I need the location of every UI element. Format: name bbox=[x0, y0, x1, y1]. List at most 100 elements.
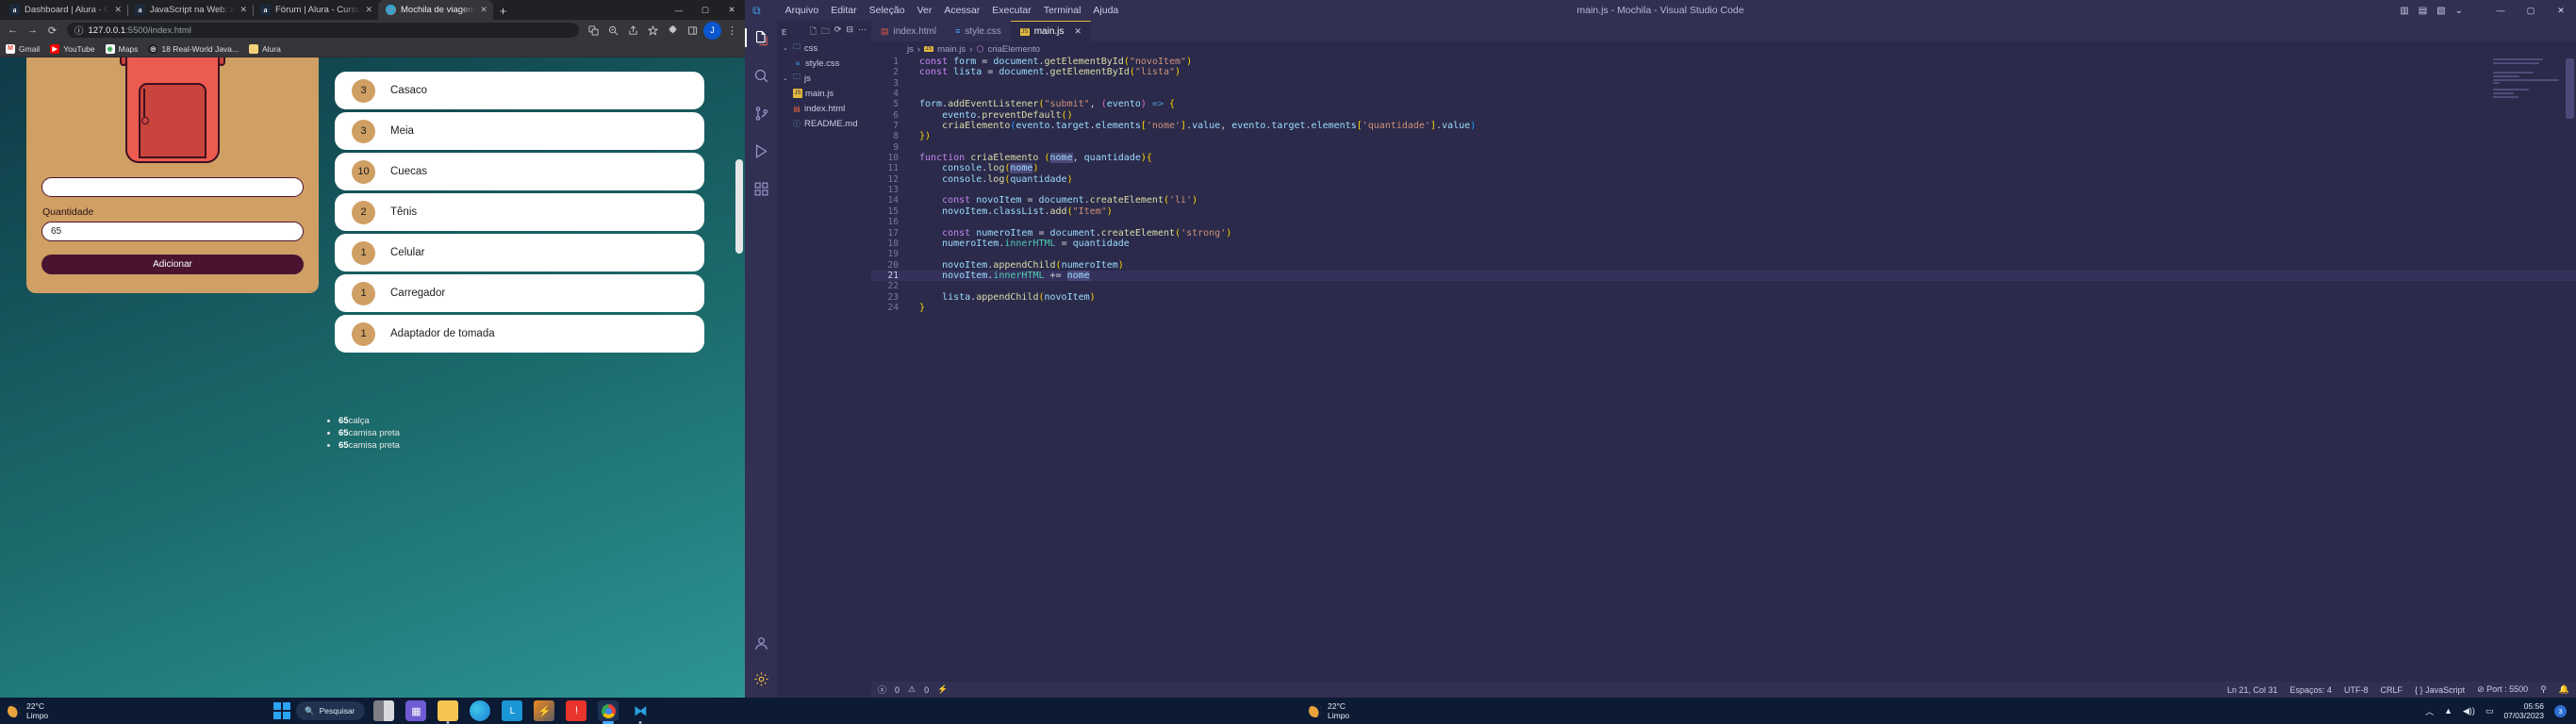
settings-gear-icon[interactable] bbox=[750, 667, 772, 690]
browser-tab-0[interactable]: a Dashboard | Alura - Cursos online de t… bbox=[2, 0, 128, 20]
new-file-icon[interactable]: 🗋 bbox=[810, 25, 817, 40]
source-control-icon[interactable] bbox=[750, 102, 772, 124]
menu-arquivo[interactable]: Arquivo bbox=[785, 5, 819, 16]
tree-file-main-js[interactable]: JS main.js bbox=[777, 86, 871, 101]
maximize-button[interactable]: ▢ bbox=[692, 0, 718, 20]
list-item[interactable]: 10 Cuecas bbox=[335, 153, 704, 190]
toggle-panel-icon[interactable]: ▤ bbox=[2419, 6, 2427, 16]
bookmark-star-icon[interactable] bbox=[644, 22, 662, 40]
browser-tab-2[interactable]: a Fórum | Alura - Cursos online de tecno… bbox=[253, 0, 378, 20]
encoding[interactable]: UTF-8 bbox=[2344, 685, 2369, 695]
breadcrumb-js[interactable]: js bbox=[907, 44, 914, 55]
cursor-position[interactable]: Ln 21, Col 31 bbox=[2227, 685, 2278, 695]
list-item[interactable]: 2 Tênis bbox=[335, 193, 704, 231]
menu-selecao[interactable]: Seleção bbox=[869, 5, 905, 16]
reload-icon[interactable]: ⟳ bbox=[43, 22, 61, 40]
menu-acessar[interactable]: Acessar bbox=[944, 5, 980, 16]
new-tab-button[interactable]: + bbox=[493, 4, 514, 20]
tree-folder-css[interactable]: ⌄ 🗀 css bbox=[777, 41, 871, 56]
menu-terminal[interactable]: Terminal bbox=[1044, 5, 1082, 16]
bolt-app-icon[interactable]: ⚡ bbox=[534, 700, 555, 721]
tree-file-readme-md[interactable]: ⓘ README.md bbox=[777, 116, 871, 131]
new-folder-icon[interactable]: 🗀 bbox=[821, 25, 830, 40]
taskbar-clock[interactable]: 05:56 07/03/2023 bbox=[2503, 701, 2544, 720]
customize-layout-icon[interactable]: ⌄ bbox=[2455, 6, 2463, 16]
tree-file-index-html[interactable]: ▤ index.html bbox=[777, 101, 871, 116]
tree-file-style-css[interactable]: ≡ style.css bbox=[777, 56, 871, 71]
menu-ajuda[interactable]: Ajuda bbox=[1093, 5, 1118, 16]
bookmark-maps[interactable]: ◉ Maps bbox=[105, 43, 138, 54]
back-icon[interactable]: ← bbox=[4, 22, 22, 40]
taskview-icon[interactable] bbox=[373, 700, 395, 721]
more-actions-icon[interactable]: ⋯ bbox=[858, 25, 867, 40]
sidebar-panel-icon[interactable] bbox=[684, 22, 702, 40]
bookmark-gmail[interactable]: M Gmail bbox=[6, 43, 40, 54]
list-item[interactable]: 1 Adaptador de tomada bbox=[335, 315, 704, 353]
code-editor[interactable]: 1 const form = document.getElementById("n… bbox=[871, 57, 2576, 682]
browser-tab-3[interactable]: 🌐 Mochila de viagem ✕ bbox=[378, 0, 493, 20]
breadcrumb-main-js[interactable]: main.js bbox=[937, 44, 966, 55]
add-item-button[interactable]: Adicionar bbox=[41, 255, 304, 274]
tab-close-icon[interactable]: ✕ bbox=[365, 5, 372, 15]
editor-tab-index-html[interactable]: ▤ index.html bbox=[871, 21, 947, 41]
list-item[interactable]: 1 Celular bbox=[335, 234, 704, 272]
close-button[interactable]: ✕ bbox=[718, 0, 745, 20]
address-bar[interactable]: ⓘ 127.0.0.1:5500/index.html bbox=[67, 23, 579, 38]
forward-icon[interactable]: → bbox=[24, 22, 41, 40]
site-info-icon[interactable]: ⓘ bbox=[74, 24, 84, 37]
list-item[interactable]: 3 Casaco bbox=[335, 72, 704, 109]
warning-triangle-icon[interactable]: ⚠ bbox=[908, 684, 916, 695]
secondary-weather-widget[interactable]: 22°C Limpo bbox=[1301, 701, 1349, 720]
show-hidden-icons-chevron[interactable]: ︿ bbox=[2425, 705, 2434, 717]
edge-icon[interactable] bbox=[470, 700, 491, 721]
editor-tab-style-css[interactable]: ≡ style.css bbox=[946, 21, 1011, 41]
battery-icon[interactable]: ▭ bbox=[2485, 706, 2494, 716]
share-icon[interactable] bbox=[624, 22, 642, 40]
extensions-puzzle-icon[interactable] bbox=[664, 22, 682, 40]
explorer-files-icon[interactable] bbox=[745, 26, 772, 49]
translate-icon[interactable] bbox=[585, 22, 603, 40]
menu-executar[interactable]: Executar bbox=[992, 5, 1031, 16]
notification-badge[interactable]: 3 bbox=[2554, 704, 2567, 717]
taskbar-search[interactable]: 🔍 Pesquisar bbox=[296, 701, 366, 720]
lightshot-icon[interactable]: L bbox=[502, 700, 523, 721]
breadcrumb-criaelemento[interactable]: criaElemento bbox=[988, 44, 1040, 55]
bell-icon[interactable]: 🔔 bbox=[2559, 684, 2569, 695]
list-item[interactable]: 3 Meia bbox=[335, 112, 704, 150]
item-name-input[interactable] bbox=[41, 177, 304, 197]
vscode-icon[interactable]: ⧓ bbox=[630, 700, 651, 721]
editor-minimap[interactable] bbox=[2493, 58, 2563, 115]
page-scrollbar[interactable] bbox=[735, 159, 743, 254]
volume-icon[interactable]: ◀)) bbox=[2463, 706, 2475, 716]
chrome-menu-icon[interactable]: ⋮ bbox=[723, 22, 741, 40]
tab-close-icon[interactable]: ✕ bbox=[239, 5, 247, 15]
run-debug-icon[interactable] bbox=[750, 140, 772, 162]
browser-tab-1[interactable]: a JavaScript na Web: armazenando dados ✕ bbox=[127, 0, 254, 20]
windows-start-icon[interactable] bbox=[273, 702, 290, 719]
tab-close-icon[interactable]: ✕ bbox=[480, 5, 487, 15]
minimize-button[interactable]: — bbox=[2485, 0, 2516, 21]
bookmark-java-article[interactable]: ◎ 18 Real-World Java... bbox=[148, 43, 239, 54]
refresh-icon[interactable]: ⟳ bbox=[834, 25, 842, 40]
toggle-secondary-sidebar-icon[interactable]: ▧ bbox=[2436, 6, 2445, 16]
file-explorer-icon[interactable] bbox=[438, 700, 459, 721]
close-button[interactable]: ✕ bbox=[2546, 0, 2576, 21]
error-circle-icon[interactable]: ⓧ bbox=[878, 683, 886, 696]
avast-icon[interactable]: ! bbox=[566, 700, 587, 721]
line-ending[interactable]: CRLF bbox=[2381, 685, 2403, 695]
menu-editar[interactable]: Editar bbox=[831, 5, 856, 16]
radio-tower-icon[interactable]: ⚲ bbox=[2540, 684, 2547, 695]
zoom-out-icon[interactable] bbox=[604, 22, 622, 40]
indentation[interactable]: Espaços: 4 bbox=[2289, 685, 2332, 695]
menu-ver[interactable]: Ver bbox=[917, 5, 933, 16]
close-icon[interactable]: ✕ bbox=[1074, 26, 1082, 37]
toggle-primary-sidebar-icon[interactable]: ▥ bbox=[2400, 6, 2408, 16]
wifi-icon[interactable]: ▲ bbox=[2444, 706, 2452, 716]
tree-folder-js[interactable]: ⌄ 🗀 js bbox=[777, 71, 871, 86]
bookmark-youtube[interactable]: ▶ YouTube bbox=[50, 43, 95, 54]
chrome-icon[interactable] bbox=[598, 700, 619, 721]
live-server-port[interactable]: ⊘ Port : 5500 bbox=[2477, 684, 2528, 695]
widgets-icon[interactable]: ▦ bbox=[405, 700, 427, 721]
list-item[interactable]: 1 Carregador bbox=[335, 274, 704, 312]
extensions-icon[interactable] bbox=[750, 177, 772, 200]
